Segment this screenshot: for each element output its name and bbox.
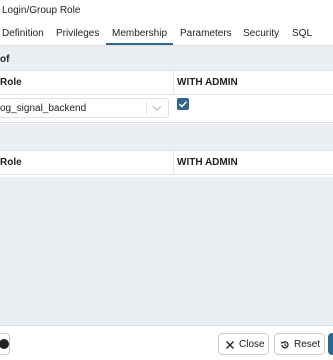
table-row[interactable]: og_signal_backend [0,95,333,123]
dialog-footer: Close Reset [0,325,333,360]
select-divider [146,102,147,114]
reset-button-label: Reset [294,339,321,350]
role-select-value: og_signal_backend [0,103,87,114]
dialog-title: Login/Group Role [2,5,81,16]
tab-security[interactable]: Security [243,22,279,45]
tab-privileges[interactable]: Privileges [56,22,99,45]
column-header-role[interactable]: Role [0,151,22,175]
with-admin-checkbox[interactable] [177,98,189,110]
close-icon [226,341,234,349]
reset-icon [281,341,289,349]
chevron-down-icon[interactable] [151,102,163,114]
tab-definition[interactable]: Definition [2,22,44,45]
save-button[interactable] [328,333,333,355]
close-button[interactable]: Close [218,333,269,355]
reset-button[interactable]: Reset [274,333,325,355]
column-header-with-admin[interactable]: WITH ADMIN [177,151,238,175]
column-divider [173,71,174,95]
member-of-grid: Role WITH ADMIN og_signal_backend [0,70,333,124]
role-select[interactable]: og_signal_backend [0,98,169,118]
tab-parameters[interactable]: Parameters [180,22,232,45]
members-empty-area [0,177,333,325]
members-header: Role WITH ADMIN [0,150,333,175]
members-grid: Role WITH ADMIN [0,150,333,177]
column-header-with-admin[interactable]: WITH ADMIN [177,71,238,95]
info-icon [0,339,9,349]
role-dialog: Login/Group Role Definition Privileges M… [0,0,333,360]
member-of-header: Role WITH ADMIN [0,70,333,95]
tab-bar: Definition Privileges Membership Paramet… [0,22,333,46]
close-button-label: Close [239,339,265,350]
member-of-label: of [0,54,10,65]
column-header-role[interactable]: Role [0,71,22,95]
tab-sql[interactable]: SQL [292,22,312,45]
column-divider [173,151,174,175]
member-of-section [0,46,333,70]
tab-membership[interactable]: Membership [105,22,174,45]
members-section [0,124,333,150]
dialog-titlebar[interactable]: Login/Group Role [0,0,333,22]
info-button[interactable] [0,333,10,355]
